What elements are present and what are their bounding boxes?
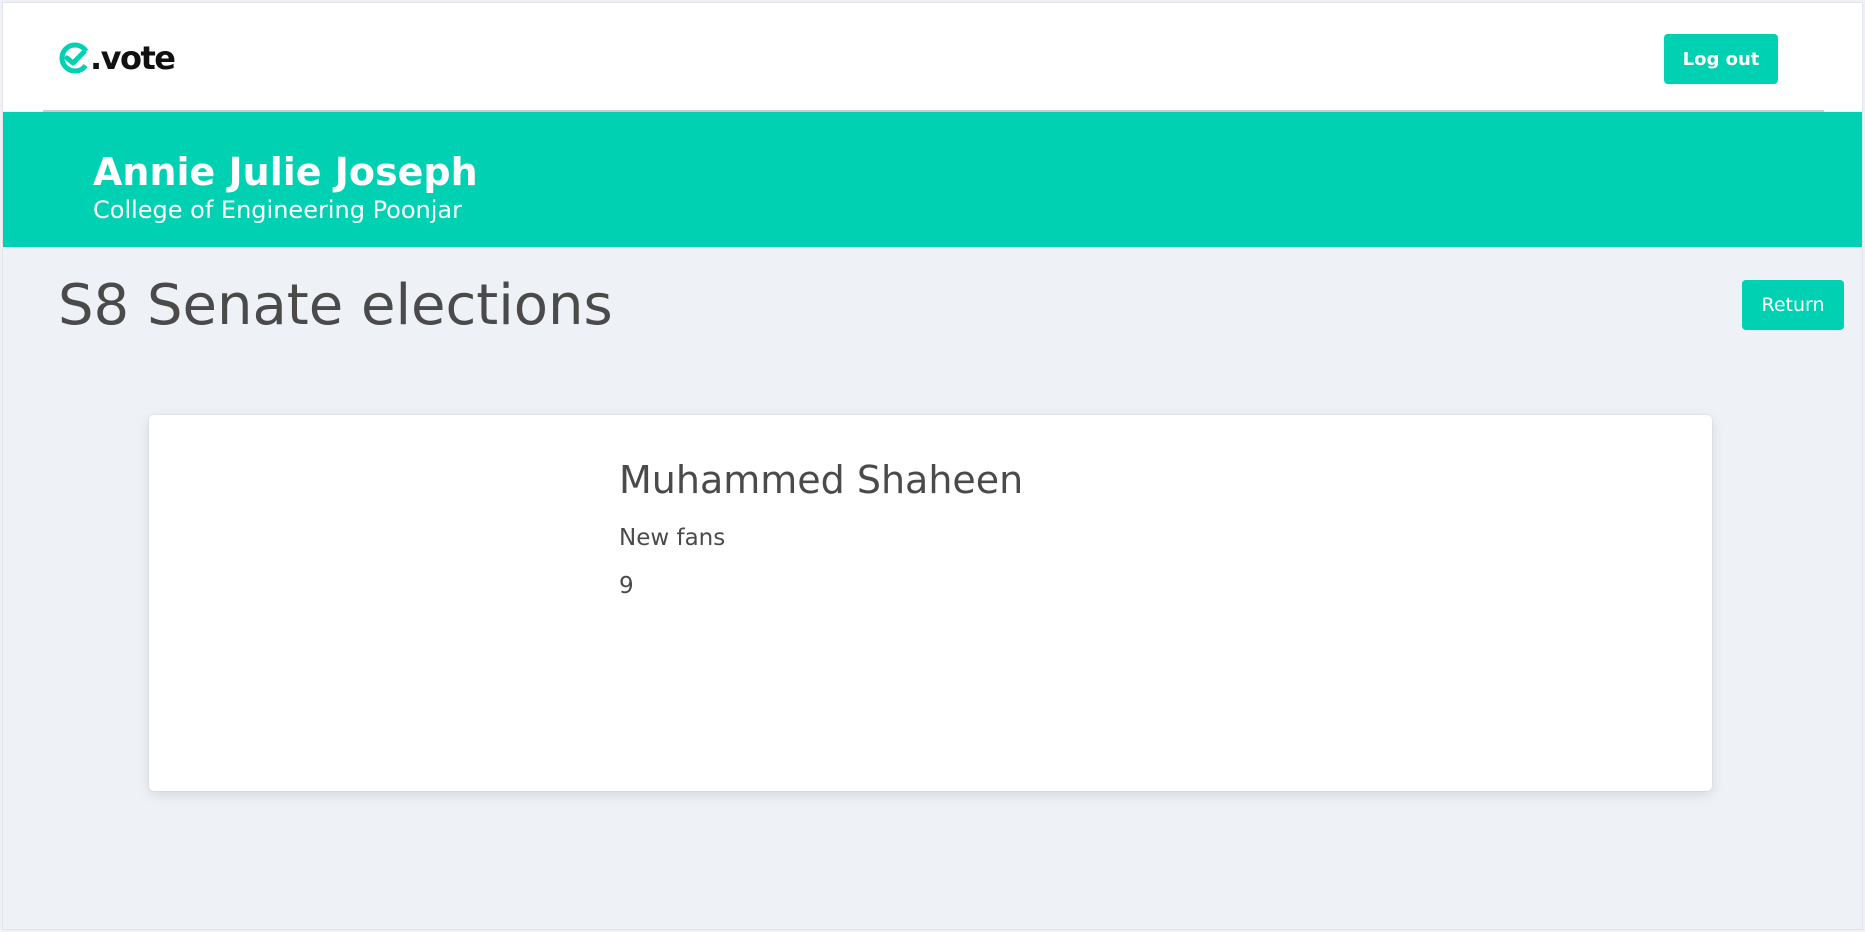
user-college: College of Engineering Poonjar (93, 196, 462, 224)
candidate-name: Muhammed Shaheen (619, 458, 1024, 502)
e-check-icon (59, 42, 91, 74)
candidate-card: Muhammed Shaheen New fans 9 (149, 415, 1712, 791)
user-name: Annie Julie Joseph (93, 150, 478, 194)
top-navbar: .vote Log out (3, 3, 1862, 111)
app-window: .vote Log out Annie Julie Joseph College… (3, 3, 1862, 929)
election-title: S8 Senate elections (58, 273, 613, 338)
logout-button[interactable]: Log out (1664, 34, 1778, 84)
return-button[interactable]: Return (1742, 280, 1844, 330)
evote-logo[interactable]: .vote (58, 38, 176, 78)
candidate-vote-count: 9 (619, 573, 634, 599)
logo-wordmark: .vote (90, 39, 176, 77)
candidate-tagline: New fans (619, 525, 726, 551)
user-hero-banner: Annie Julie Joseph College of Engineerin… (3, 112, 1862, 247)
